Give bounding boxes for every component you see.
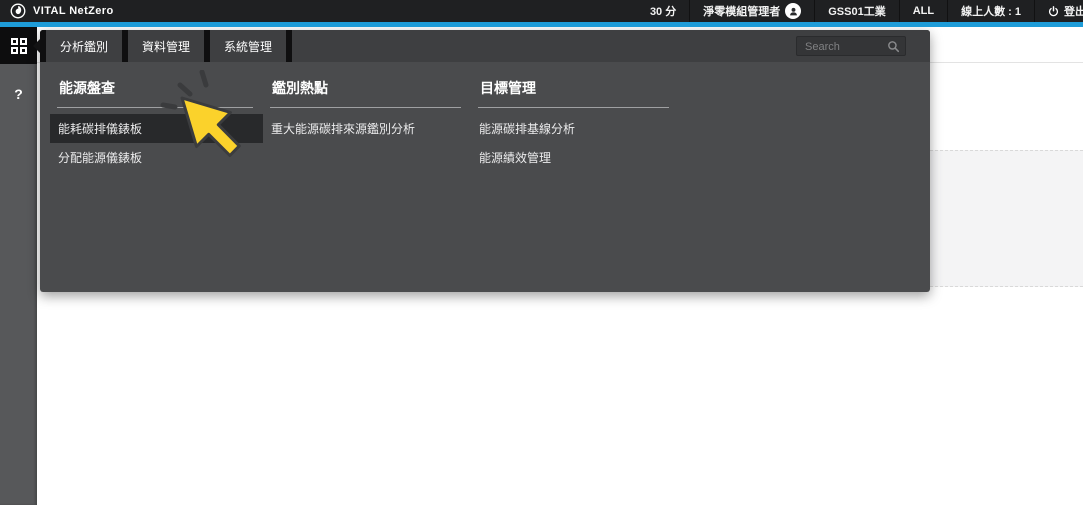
menu-item-allocated-energy-dashboard[interactable]: 分配能源儀錶板 — [50, 143, 263, 172]
panel-notch — [33, 39, 40, 53]
menu-group-items: 能耗碳排儀錶板 分配能源儀錶板 — [50, 114, 263, 172]
apps-grid-icon — [10, 37, 27, 54]
app-root: { "topbar": { "brand": "VITAL NetZero", … — [0, 0, 1083, 513]
apps-menu-button[interactable] — [0, 27, 37, 64]
menu-group-title: 目標管理 — [478, 76, 669, 108]
tab-analysis-identify[interactable]: 分析鑑別 — [40, 30, 123, 62]
menu-item-energy-carbon-dashboard[interactable]: 能耗碳排儀錶板 — [50, 114, 263, 143]
menu-group-target-management: 目標管理 能源碳排基線分析 能源績效管理 — [478, 76, 669, 172]
tab-label: 分析鑑別 — [60, 39, 109, 54]
menu-item-performance-management[interactable]: 能源績效管理 — [471, 143, 679, 172]
top-bar-right: 30 分 淨零模組管理者 GSS01工業 ALL 線上人數 : 1 登出 — [637, 0, 1083, 22]
online-count: 線上人數 : 1 — [947, 0, 1034, 22]
menu-body: 能源盤查 能耗碳排儀錶板 分配能源儀錶板 鑑別熱點 重大能源碳排來源鑑別分析 目… — [40, 62, 930, 292]
menu-group-hotspot-identification: 鑑別熱點 重大能源碳排來源鑑別分析 — [270, 76, 461, 143]
menu-item-baseline-analysis[interactable]: 能源碳排基線分析 — [471, 114, 679, 143]
tab-label: 系統管理 — [224, 39, 273, 54]
sidebar: ? — [0, 27, 37, 505]
user-role-label: 淨零模組管理者 — [703, 6, 781, 18]
menu-search — [796, 36, 906, 56]
logout-label: 登出 — [1064, 6, 1083, 18]
tab-system-management[interactable]: 系統管理 — [204, 30, 287, 62]
power-icon — [1048, 5, 1059, 16]
menu-tab-bar: 分析鑑別 資料管理 系統管理 — [40, 30, 930, 62]
mega-menu-panel: 分析鑑別 資料管理 系統管理 能源盤查 能耗碳排儀錶板 分配能源儀錶板 — [33, 30, 930, 292]
menu-item-major-source-analysis[interactable]: 重大能源碳排來源鑑別分析 — [263, 114, 471, 143]
menu-group-items: 重大能源碳排來源鑑別分析 — [270, 114, 461, 143]
tab-data-management[interactable]: 資料管理 — [122, 30, 205, 62]
menu-group-items: 能源碳排基線分析 能源績效管理 — [478, 114, 669, 172]
org-selector[interactable]: GSS01工業 — [814, 0, 898, 22]
user-menu[interactable]: 淨零模組管理者 — [689, 0, 814, 22]
tab-bar-filler — [286, 30, 930, 62]
session-timer: 30 分 — [649, 6, 677, 18]
menu-group-title: 能源盤查 — [57, 76, 253, 108]
accent-bar — [0, 22, 1083, 27]
tab-label: 資料管理 — [142, 39, 191, 54]
brand-logo-icon — [10, 3, 26, 19]
help-button[interactable]: ? — [0, 86, 37, 102]
user-avatar-icon[interactable] — [785, 3, 802, 19]
menu-group-energy-inventory: 能源盤查 能耗碳排儀錶板 分配能源儀錶板 — [50, 76, 263, 172]
logout-button[interactable]: 登出 — [1034, 0, 1083, 22]
menu-group-title: 鑑別熱點 — [270, 76, 461, 108]
top-bar: VITAL NetZero 30 分 淨零模組管理者 GSS01工業 ALL 線… — [0, 0, 1083, 22]
scope-selector[interactable]: ALL — [898, 0, 947, 22]
brand: VITAL NetZero — [0, 3, 114, 19]
search-icon — [888, 41, 900, 53]
brand-name: VITAL NetZero — [33, 5, 114, 17]
